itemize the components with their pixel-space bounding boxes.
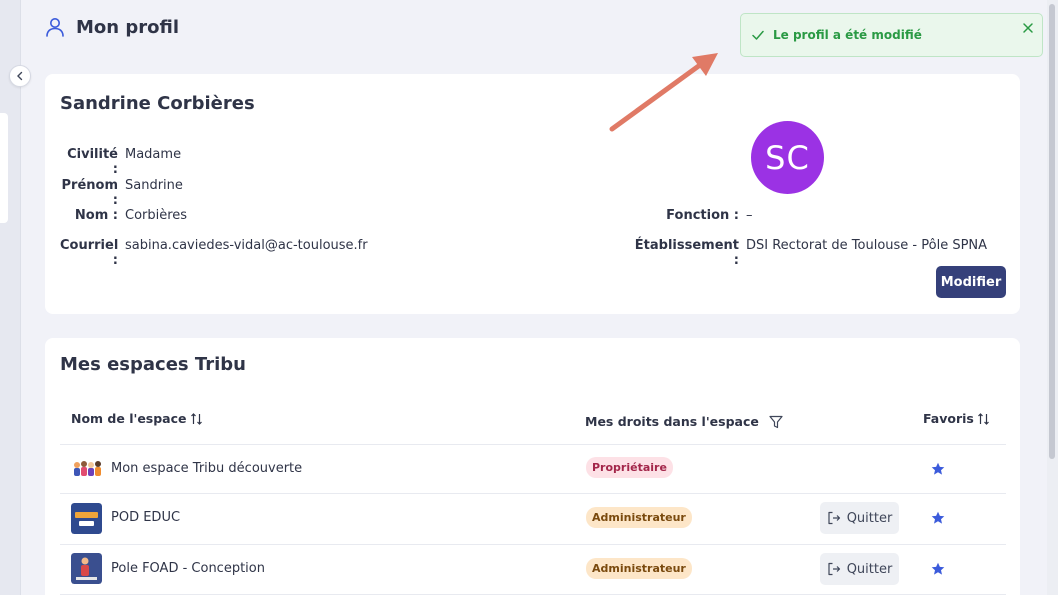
- field-value: sabina.caviedes-vidal@ac-toulouse.fr: [125, 238, 368, 253]
- column-label: Favoris: [923, 411, 974, 426]
- quit-space-button[interactable]: Quitter: [820, 502, 899, 534]
- scrollbar-thumb[interactable]: [1049, 4, 1055, 459]
- scrollbar[interactable]: [1047, 0, 1058, 595]
- chevron-left-icon: [17, 71, 23, 81]
- sidebar-panel: [0, 113, 8, 223]
- sort-icon: [190, 412, 202, 425]
- column-header-name[interactable]: Nom de l'espace: [71, 411, 203, 426]
- quit-space-button[interactable]: Quitter: [820, 553, 899, 585]
- column-label: Mes droits dans l'espace: [585, 414, 759, 429]
- field-nom: Nom : Corbières: [60, 208, 187, 223]
- field-value: Madame: [125, 147, 182, 162]
- profile-name: Sandrine Corbières: [60, 93, 255, 114]
- quit-label: Quitter: [846, 561, 893, 577]
- close-icon[interactable]: [1022, 22, 1034, 34]
- sort-icon: [977, 412, 989, 425]
- user-icon: [46, 18, 64, 37]
- column-header-rights[interactable]: Mes droits dans l'espace: [585, 414, 784, 429]
- edit-profile-button[interactable]: Modifier: [936, 266, 1006, 298]
- success-toast: Le profil a été modifié: [740, 13, 1043, 57]
- field-value: Corbières: [125, 208, 188, 223]
- field-label: Nom :: [74, 208, 118, 223]
- star-icon[interactable]: [931, 511, 945, 525]
- field-etablissement: Établissement : DSI Rectorat de Toulouse…: [631, 238, 987, 268]
- field-civilite: Civilité : Madame: [60, 147, 181, 177]
- field-fonction: Fonction : –: [631, 208, 753, 223]
- field-label: Fonction :: [666, 208, 739, 223]
- role-badge: Administrateur: [586, 558, 692, 579]
- field-value: Sandrine: [125, 178, 183, 193]
- quit-label: Quitter: [846, 510, 893, 526]
- profile-card: Sandrine Corbières Civilité : Madame Pré…: [45, 74, 1020, 314]
- avatar: SC: [751, 121, 824, 194]
- space-name[interactable]: Mon espace Tribu découverte: [111, 461, 302, 476]
- space-name[interactable]: Pole FOAD - Conception: [111, 561, 265, 576]
- space-name[interactable]: POD EDUC: [111, 510, 180, 525]
- field-value: DSI Rectorat de Toulouse - Pôle SPNA: [746, 238, 988, 253]
- star-icon[interactable]: [931, 462, 945, 476]
- table-row[interactable]: Mon espace Tribu découverte Propriétaire: [60, 444, 1006, 494]
- column-label: Nom de l'espace: [71, 411, 187, 426]
- logout-icon: [828, 511, 840, 525]
- space-thumbnail: [74, 461, 101, 476]
- field-label: Civilité :: [67, 147, 118, 177]
- spaces-title: Mes espaces Tribu: [60, 354, 246, 375]
- sidebar: [0, 0, 21, 595]
- role-badge: Administrateur: [586, 507, 692, 528]
- column-header-favorites[interactable]: Favoris: [923, 411, 990, 426]
- role-badge: Propriétaire: [586, 457, 673, 478]
- field-label: Courriel :: [60, 238, 119, 268]
- logout-icon: [828, 562, 840, 576]
- filter-icon: [769, 415, 783, 428]
- page-title: Mon profil: [76, 16, 179, 38]
- table-row[interactable]: Pole FOAD - Conception Administrateur Qu…: [60, 544, 1006, 594]
- page-header: Mon profil: [44, 16, 179, 38]
- field-value: –: [746, 208, 753, 223]
- table-row[interactable]: POD EDUC Administrateur Quitter: [60, 493, 1006, 543]
- star-icon[interactable]: [931, 562, 945, 576]
- toast-message: Le profil a été modifié: [773, 28, 922, 42]
- field-courriel: Courriel : sabina.caviedes-vidal@ac-toul…: [60, 238, 368, 268]
- field-label: Prénom :: [61, 178, 119, 208]
- space-thumbnail: [71, 553, 102, 584]
- check-icon: [752, 30, 764, 40]
- field-prenom: Prénom : Sandrine: [60, 178, 183, 208]
- field-label: Établissement :: [634, 238, 739, 268]
- space-thumbnail: [71, 503, 102, 534]
- collapse-sidebar-button[interactable]: [9, 65, 31, 87]
- annotation-arrow: [609, 53, 718, 132]
- spaces-card: Mes espaces Tribu Nom de l'espace Mes dr…: [45, 338, 1020, 595]
